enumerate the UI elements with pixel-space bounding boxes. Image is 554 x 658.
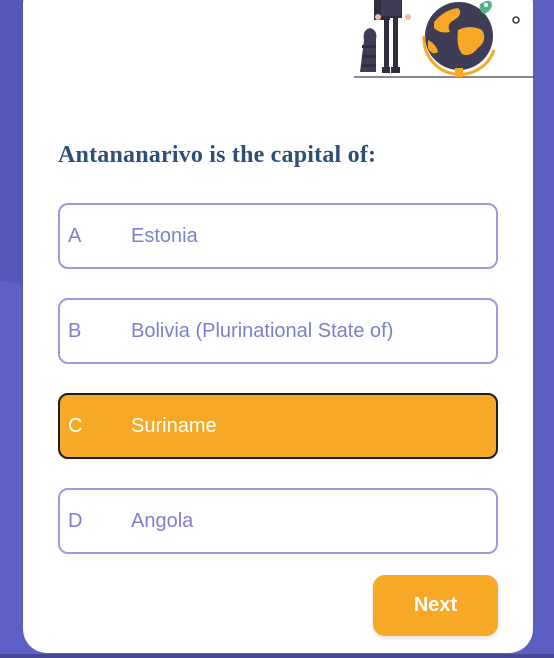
option-letter: C xyxy=(68,415,83,437)
option-text: Bolivia (Plurinational State of) xyxy=(131,320,394,342)
option-letter: B xyxy=(68,320,82,342)
next-button[interactable]: Next xyxy=(373,575,498,636)
option-letter: D xyxy=(68,510,83,532)
answer-option-d[interactable]: D Angola xyxy=(58,488,498,554)
question-text: Antananarivo is the capital of: xyxy=(58,142,377,168)
option-text: Suriname xyxy=(131,415,217,437)
answer-option-c[interactable]: C Suriname xyxy=(58,393,498,459)
traveler-with-globe-illustration xyxy=(354,0,534,78)
option-text: Estonia xyxy=(131,225,198,247)
option-text: Angola xyxy=(131,510,194,532)
bottom-strip xyxy=(0,654,554,658)
answer-option-a[interactable]: A Estonia xyxy=(58,203,498,269)
answer-option-b[interactable]: B Bolivia (Plurinational State of) xyxy=(58,298,498,364)
option-letter: A xyxy=(68,225,82,247)
